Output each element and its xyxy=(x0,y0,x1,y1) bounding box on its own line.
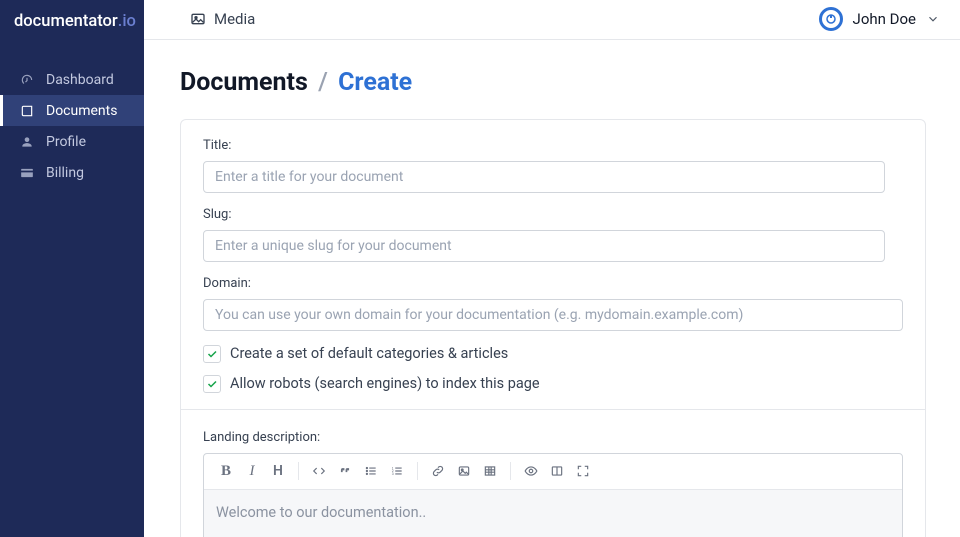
check-icon xyxy=(206,378,218,390)
title-label: Title: xyxy=(203,138,903,153)
italic-button[interactable]: I xyxy=(240,459,264,483)
sidebar: documentator.io Dashboard Documents Prof… xyxy=(0,0,144,537)
link-icon xyxy=(431,464,445,478)
content: Documents / Create Title: Slug: Domain: xyxy=(144,40,960,537)
list-ol-icon: 123 xyxy=(390,464,404,478)
breadcrumb-sep: / xyxy=(318,68,328,97)
split-button[interactable] xyxy=(545,459,569,483)
sidebar-item-profile[interactable]: Profile xyxy=(0,126,144,157)
bold-button[interactable]: B xyxy=(214,459,238,483)
preview-button[interactable] xyxy=(519,459,543,483)
avatar-icon xyxy=(819,7,843,31)
slug-label: Slug: xyxy=(203,207,903,222)
editor-textarea[interactable]: Welcome to our documentation.. xyxy=(204,490,902,537)
chevron-down-icon xyxy=(926,12,940,26)
list-ul-icon xyxy=(364,464,378,478)
card-icon xyxy=(20,166,34,180)
svg-text:3: 3 xyxy=(392,472,394,476)
toolbar-sep xyxy=(510,462,511,480)
table-button[interactable] xyxy=(478,459,502,483)
panel-divider xyxy=(181,409,925,410)
brand-name: documentator xyxy=(14,12,118,31)
media-link[interactable]: Media xyxy=(190,10,255,28)
link-button[interactable] xyxy=(426,459,450,483)
page-title: Documents / Create xyxy=(180,68,926,97)
breadcrumb-action: Create xyxy=(338,68,412,97)
checkbox-default-content[interactable] xyxy=(203,345,221,363)
slug-input[interactable] xyxy=(203,230,885,262)
code-button[interactable] xyxy=(307,459,331,483)
sidebar-item-documents[interactable]: Documents xyxy=(0,95,144,126)
gauge-icon xyxy=(20,73,34,87)
sidebar-item-billing[interactable]: Billing xyxy=(0,157,144,188)
breadcrumb-root: Documents xyxy=(180,68,308,97)
user-name: John Doe xyxy=(853,10,916,28)
sidebar-nav: Dashboard Documents Profile Billing xyxy=(0,42,144,188)
checkbox-allow-robots[interactable] xyxy=(203,375,221,393)
check-icon xyxy=(206,348,218,360)
fullscreen-button[interactable] xyxy=(571,459,595,483)
expand-icon xyxy=(576,464,590,478)
columns-icon xyxy=(550,464,564,478)
check-allow-robots: Allow robots (search engines) to index t… xyxy=(203,375,903,393)
check-label: Allow robots (search engines) to index t… xyxy=(230,375,540,392)
image-button[interactable] xyxy=(452,459,476,483)
sidebar-item-label: Documents xyxy=(46,103,117,119)
user-menu[interactable]: John Doe xyxy=(819,7,940,31)
media-label: Media xyxy=(214,10,255,28)
quote-button[interactable] xyxy=(333,459,357,483)
rich-editor: B I H 123 xyxy=(203,453,903,537)
brand-logo: documentator.io xyxy=(0,0,144,42)
image-icon xyxy=(190,11,206,27)
sidebar-item-dashboard[interactable]: Dashboard xyxy=(0,64,144,95)
domain-input[interactable] xyxy=(203,299,903,331)
editor-toolbar: B I H 123 xyxy=(204,454,902,490)
form-panel: Title: Slug: Domain: Create a set of def… xyxy=(180,119,926,537)
ul-button[interactable] xyxy=(359,459,383,483)
brand-suffix: .io xyxy=(118,12,136,31)
table-icon xyxy=(483,464,497,478)
sidebar-item-label: Dashboard xyxy=(46,72,114,88)
toolbar-sep xyxy=(298,462,299,480)
title-input[interactable] xyxy=(203,161,885,193)
check-label: Create a set of default categories & art… xyxy=(230,345,508,362)
user-icon xyxy=(20,135,34,149)
sidebar-item-label: Billing xyxy=(46,165,84,181)
toolbar-sep xyxy=(417,462,418,480)
topbar: Media John Doe xyxy=(144,0,960,40)
check-default-content: Create a set of default categories & art… xyxy=(203,345,903,363)
book-icon xyxy=(20,104,34,118)
sidebar-item-label: Profile xyxy=(46,134,86,150)
heading-button[interactable]: H xyxy=(266,459,290,483)
quote-icon xyxy=(338,464,352,478)
domain-label: Domain: xyxy=(203,276,903,291)
image-icon xyxy=(457,464,471,478)
eye-icon xyxy=(524,464,538,478)
landing-label: Landing description: xyxy=(203,430,903,445)
ol-button[interactable]: 123 xyxy=(385,459,409,483)
code-icon xyxy=(312,464,326,478)
